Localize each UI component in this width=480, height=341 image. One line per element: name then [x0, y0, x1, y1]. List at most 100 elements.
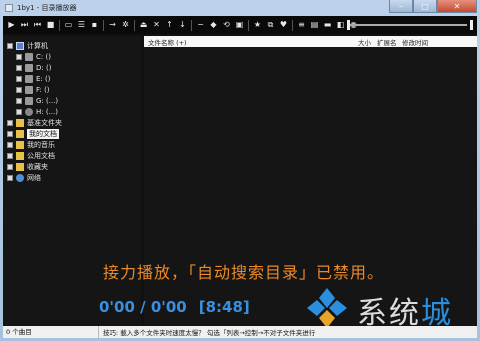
- playlist-icon[interactable]: ≡: [295, 19, 308, 32]
- drive-icon: [25, 52, 33, 61]
- track-count: 0 个曲目: [3, 326, 99, 338]
- tip-text: 技巧: 載入多个文件夹时速度太慢？ 勾选「列表→控制→不对子文件夹进行: [103, 329, 316, 337]
- seek-bar[interactable]: [347, 18, 477, 32]
- expand-toggle-icon[interactable]: [7, 163, 13, 170]
- stop-icon[interactable]: ■: [44, 19, 57, 32]
- tree-node[interactable]: H: (...): [16, 106, 58, 117]
- shuffle-icon[interactable]: ◆: [207, 19, 220, 32]
- eject-icon[interactable]: ⏏: [137, 19, 150, 32]
- tree-node-label: H: (...): [36, 107, 58, 116]
- minus-icon[interactable]: −: [194, 19, 207, 32]
- expand-toggle-icon[interactable]: [7, 141, 13, 148]
- copy-icon[interactable]: ⧉: [264, 19, 277, 32]
- expand-toggle-icon[interactable]: [16, 108, 22, 115]
- star-icon[interactable]: ★: [251, 19, 264, 32]
- expand-toggle-icon[interactable]: [7, 42, 13, 49]
- computer-icon: [16, 41, 24, 50]
- equalizer-icon[interactable]: ▤: [308, 19, 321, 32]
- tree-node[interactable]: G: (...): [16, 95, 58, 106]
- minimize-button[interactable]: –: [389, 0, 413, 13]
- tree-node[interactable]: 我的文档: [7, 128, 59, 139]
- column-modified[interactable]: 修改时间: [402, 37, 428, 47]
- drive-icon: [25, 74, 33, 83]
- network-icon: [16, 173, 24, 182]
- file-list-header: 文件名称 (+) 大小 扩展名 修改时间: [144, 36, 477, 47]
- drive-icon: [25, 96, 33, 105]
- column-size[interactable]: 大小: [358, 37, 371, 47]
- tree-node-label: E: (): [36, 74, 51, 83]
- seek-track[interactable]: [347, 24, 467, 26]
- favorite-icon[interactable]: ♥: [277, 19, 290, 32]
- list-icon[interactable]: ☰: [75, 19, 88, 32]
- folder-icon: [16, 129, 24, 138]
- options-icon[interactable]: ▪: [88, 19, 101, 32]
- tree-node[interactable]: E: (): [16, 73, 50, 84]
- tree-node[interactable]: 公用文档: [7, 150, 55, 161]
- tree-node-label: 公用文档: [27, 151, 55, 160]
- tree-node[interactable]: 基准文件夹: [7, 117, 62, 128]
- expand-toggle-icon[interactable]: [16, 53, 22, 60]
- toolbar-separator: [292, 19, 293, 31]
- expand-toggle-icon[interactable]: [7, 119, 13, 126]
- volume-icon[interactable]: ◧: [334, 19, 347, 32]
- tree-node[interactable]: 计算机: [7, 40, 48, 51]
- tree-node-label: G: (...): [36, 96, 59, 105]
- toolbar-separator: [191, 19, 192, 31]
- up-icon[interactable]: ↑: [163, 19, 176, 32]
- expand-toggle-icon[interactable]: [16, 86, 22, 93]
- tree-node-label: 基准文件夹: [27, 118, 62, 127]
- seek-end-marker: [470, 20, 473, 30]
- toolbar-separator: [248, 19, 249, 31]
- column-ext[interactable]: 扩展名: [377, 37, 397, 47]
- expand-toggle-icon[interactable]: [16, 75, 22, 82]
- app-window: 1by1 - 目录播放器 – □ ✕ ▶ ⏭ ⏮ ■ ▭ ☰ ▪ → ✲ ⏏ ✕ ↑ ↓ − ◆ ⟲ ▣ ★ ⧉ ♥ ≡…: [0, 0, 480, 341]
- arrow-icon[interactable]: →: [106, 19, 119, 32]
- expand-toggle-icon[interactable]: [7, 152, 13, 159]
- tree-node[interactable]: C: (): [16, 51, 51, 62]
- tree-node-label: 我的音乐: [27, 140, 55, 149]
- status-bar: 0 个曲目 技巧: 載入多个文件夹时速度太慢？ 勾选「列表→控制→不对子文件夹进…: [3, 326, 477, 338]
- expand-toggle-icon[interactable]: [7, 174, 13, 181]
- toolbar-separator: [134, 19, 135, 31]
- bar-icon[interactable]: ▬: [321, 19, 334, 32]
- expand-toggle-icon[interactable]: [7, 130, 13, 137]
- prev-icon[interactable]: ⏮: [31, 19, 44, 32]
- next-icon[interactable]: ⏭: [18, 19, 31, 32]
- drive-icon: [25, 85, 33, 94]
- expand-toggle-icon[interactable]: [16, 97, 22, 104]
- watermark-logo-icon: [307, 288, 347, 328]
- time-display: 0'00 / 0'00 [8:48]: [99, 298, 250, 316]
- window-controls: – □ ✕: [389, 0, 477, 13]
- toolbar: ▶⏭⏮■▭☰▪→✲⏏✕↑↓−◆⟲▣★⧉♥≡▤▬◧◉: [3, 16, 477, 34]
- app-icon: [5, 4, 13, 12]
- down-icon[interactable]: ↓: [176, 19, 189, 32]
- tree-node[interactable]: D: (): [16, 62, 51, 73]
- column-name[interactable]: 文件名称 (+): [148, 37, 187, 47]
- user-drive-icon: [25, 107, 33, 116]
- tree-node-label: 计算机: [27, 41, 48, 50]
- folder-icon: [16, 162, 24, 171]
- seek-thumb[interactable]: [347, 20, 350, 30]
- tree-node-label: F: (): [36, 85, 50, 94]
- status-message: 接力播放，「自动搜索目录」已禁用。: [103, 263, 385, 282]
- elapsed-time: 0'00 / 0'00: [99, 298, 187, 316]
- drive-icon: [25, 63, 33, 72]
- window-icon[interactable]: ▣: [233, 19, 246, 32]
- player-client-area: ▶⏭⏮■▭☰▪→✲⏏✕↑↓−◆⟲▣★⧉♥≡▤▬◧◉ 计算机C: ()D: ()E…: [3, 16, 477, 340]
- repeat-icon[interactable]: ⟲: [220, 19, 233, 32]
- tree-node[interactable]: 收藏夹: [7, 161, 48, 172]
- expand-toggle-icon[interactable]: [16, 64, 22, 71]
- delete-icon[interactable]: ✕: [150, 19, 163, 32]
- track-duration: [8:48]: [198, 298, 250, 316]
- folder-open-icon[interactable]: ▭: [62, 19, 75, 32]
- tree-node[interactable]: F: (): [16, 84, 50, 95]
- maximize-button[interactable]: □: [413, 0, 437, 13]
- play-pause-icon[interactable]: ▶: [5, 19, 18, 32]
- tree-node[interactable]: 网络: [7, 172, 41, 183]
- close-button[interactable]: ✕: [437, 0, 477, 13]
- title-bar[interactable]: 1by1 - 目录播放器 – □ ✕: [0, 0, 480, 16]
- tree-node[interactable]: 我的音乐: [7, 139, 55, 150]
- tree-node-label: D: (): [36, 63, 52, 72]
- settings-icon[interactable]: ✲: [119, 19, 132, 32]
- tree-node-label: 我的文档: [27, 128, 59, 139]
